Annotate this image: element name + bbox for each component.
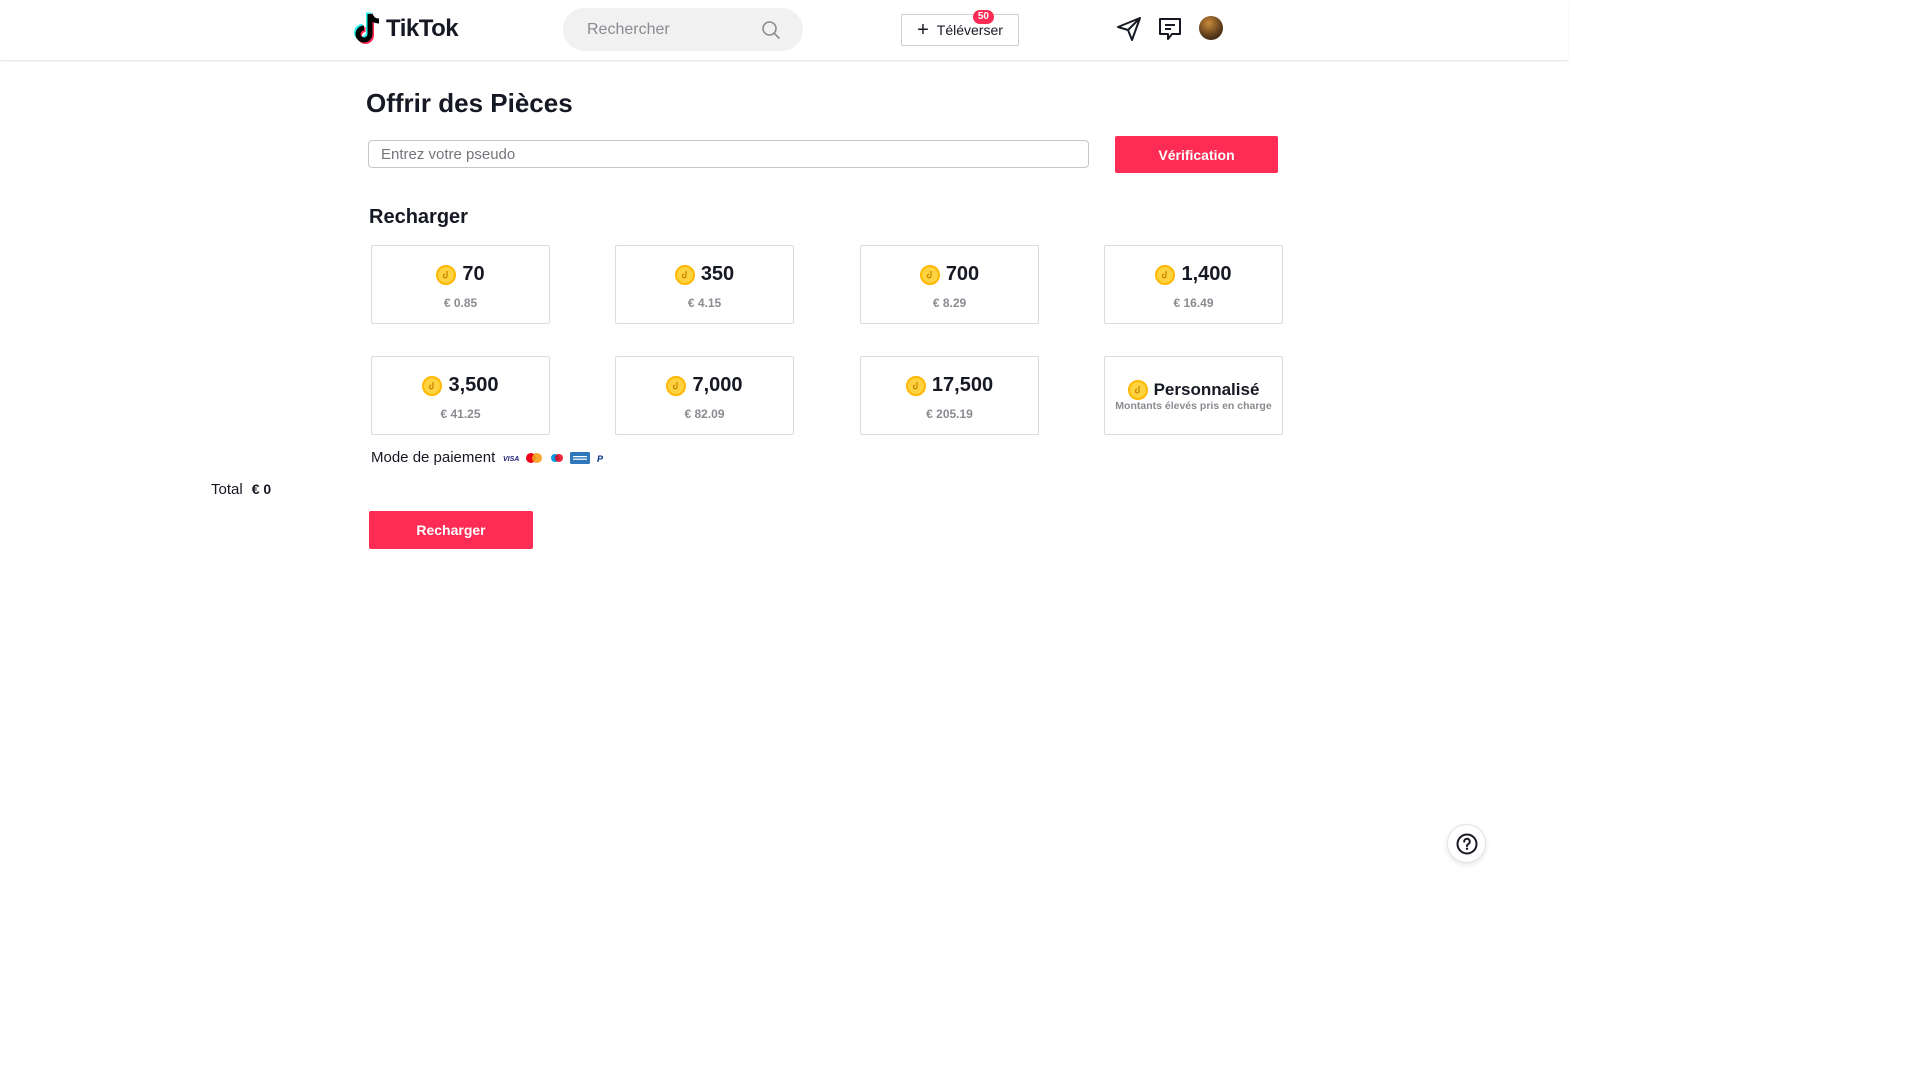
package-price: € 4.15 xyxy=(687,296,722,310)
recharge-button[interactable]: Recharger xyxy=(369,511,533,549)
coin-package-350[interactable]: 350 € 4.15 xyxy=(615,245,794,324)
coin-package-1400[interactable]: 1,400 € 16.49 xyxy=(1104,245,1283,324)
maestro-icon xyxy=(551,453,564,462)
package-price: € 82.09 xyxy=(684,407,725,421)
coin-icon xyxy=(666,375,687,396)
help-icon xyxy=(1456,833,1477,854)
recharge-section-title: Recharger xyxy=(369,206,468,228)
page-title: Offrir des Pièces xyxy=(366,88,573,118)
svg-text:P: P xyxy=(597,454,604,464)
coin-icon xyxy=(919,264,940,285)
search-bar[interactable] xyxy=(563,8,803,51)
coin-package-custom[interactable]: Personnalisé Montants élevés pris en cha… xyxy=(1104,356,1283,435)
upload-badge: 50 xyxy=(972,10,994,24)
coin-icon xyxy=(422,375,443,396)
coin-icon xyxy=(1155,264,1176,285)
package-price: € 205.19 xyxy=(926,407,973,421)
coin-package-7000[interactable]: 7,000 € 82.09 xyxy=(615,356,794,435)
visa-icon: VISA xyxy=(503,456,519,463)
package-amount: 7,000 xyxy=(692,374,743,396)
user-avatar[interactable] xyxy=(1199,16,1223,40)
send-icon[interactable] xyxy=(1115,15,1143,43)
mastercard-icon xyxy=(526,452,543,463)
total-label: Total xyxy=(211,481,243,498)
coin-package-3500[interactable]: 3,500 € 41.25 xyxy=(371,356,550,435)
package-amount: 3,500 xyxy=(448,374,499,396)
logo-text: TikTok xyxy=(386,15,459,42)
pseudo-input[interactable] xyxy=(368,140,1089,168)
verify-button[interactable]: Vérification xyxy=(1115,136,1278,173)
coin-icon xyxy=(674,264,695,285)
package-price: € 16.49 xyxy=(1173,296,1214,310)
coin-icon xyxy=(905,375,926,396)
package-price: € 8.29 xyxy=(932,296,967,310)
coin-package-17500[interactable]: 17,500 € 205.19 xyxy=(860,356,1039,435)
package-amount: 350 xyxy=(700,263,735,285)
plus-icon: + xyxy=(917,19,929,41)
search-input[interactable] xyxy=(587,20,757,39)
payment-methods: Mode de paiement VISA P xyxy=(371,449,608,466)
custom-package-sub: Montants élevés pris en charge xyxy=(1115,400,1272,412)
inbox-icon[interactable] xyxy=(1156,15,1184,43)
help-button[interactable] xyxy=(1447,824,1486,863)
amex-icon xyxy=(570,451,591,464)
package-price: € 41.25 xyxy=(440,407,481,421)
package-amount: 17,500 xyxy=(931,374,994,396)
tiktok-note-icon xyxy=(354,12,380,44)
search-icon[interactable] xyxy=(761,20,781,40)
package-price: € 0.85 xyxy=(443,296,478,310)
coin-package-70[interactable]: 70 € 0.85 xyxy=(371,245,550,324)
paypal-icon: P xyxy=(597,454,604,464)
package-amount: 700 xyxy=(945,263,980,285)
svg-text:VISA: VISA xyxy=(503,456,519,463)
coin-icon xyxy=(1127,380,1148,400)
upload-button[interactable]: + Téléverser 50 xyxy=(901,10,1019,46)
coin-package-700[interactable]: 700 € 8.29 xyxy=(860,245,1039,324)
top-header: TikTok + Téléverser 50 xyxy=(0,0,1568,60)
total-row: Total € 0 xyxy=(211,481,271,498)
coin-icon xyxy=(436,264,457,285)
custom-package-label: Personnalisé xyxy=(1153,380,1260,399)
total-value: € 0 xyxy=(251,481,272,497)
package-amount: 70 xyxy=(462,263,485,285)
package-amount: 1,400 xyxy=(1181,263,1232,285)
upload-label: Téléverser xyxy=(936,22,1003,38)
tiktok-logo[interactable]: TikTok xyxy=(352,12,459,46)
payment-label: Mode de paiement xyxy=(371,449,496,466)
